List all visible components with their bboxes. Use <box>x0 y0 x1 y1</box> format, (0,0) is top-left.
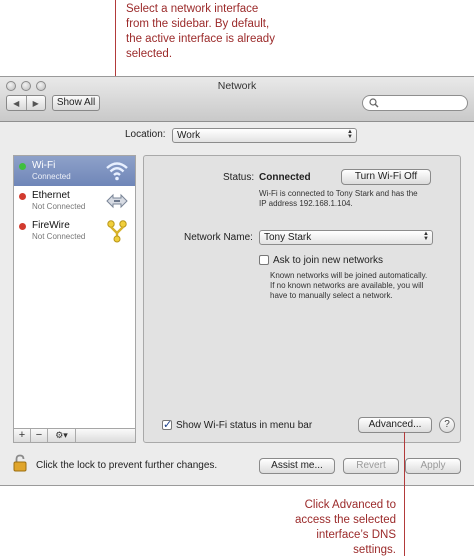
search-icon <box>369 98 379 108</box>
gear-icon: ⚙▾ <box>55 430 68 440</box>
ask-join-description: Known networks will be joined automatica… <box>270 271 427 301</box>
status-dot-green <box>19 163 26 170</box>
callout-bottom-line: Click Advanced to <box>304 499 396 511</box>
back-button[interactable]: ◀ <box>7 96 26 110</box>
title-bar: Network ◀ ▶ Show All <box>0 77 474 122</box>
callout-top: Select a network interface from the side… <box>126 2 326 62</box>
wifi-icon <box>106 162 128 181</box>
status-description-line: Wi-Fi is connected to Tony Stark and has… <box>259 189 418 198</box>
network-name-select[interactable]: Tony Stark ▲ ▼ <box>259 230 433 245</box>
ask-join-label: Ask to join new networks <box>273 255 384 266</box>
status-dot-red <box>19 193 26 200</box>
help-button[interactable]: ? <box>439 417 455 433</box>
location-label: Location: <box>125 129 166 140</box>
network-name-label: Network Name: <box>184 232 253 243</box>
ask-join-checkbox[interactable] <box>259 255 269 265</box>
network-preferences-window: Network ◀ ▶ Show All Location: Work ▲ ▼ W… <box>0 76 474 486</box>
assist-me-button[interactable]: Assist me... <box>259 458 335 474</box>
back-arrow-icon: ◀ <box>13 98 20 108</box>
location-value: Work <box>177 130 201 141</box>
show-status-label: Show Wi-Fi status in menu bar <box>176 420 313 431</box>
forward-button[interactable]: ▶ <box>25 96 46 110</box>
service-name: FireWire <box>32 220 70 231</box>
callout-top-line: selected. <box>126 48 173 60</box>
location-select[interactable]: Work ▲ ▼ <box>172 128 357 143</box>
callout-top-line: the active interface is already <box>126 33 275 45</box>
add-service-button[interactable]: + <box>14 429 31 442</box>
service-item-firewire[interactable]: FireWire Not Connected <box>14 216 135 246</box>
callout-line-bottom <box>404 432 405 556</box>
callout-top-line: Select a network interface <box>126 3 259 15</box>
callout-bottom: Click Advanced to access the selected in… <box>270 498 396 558</box>
status-description-line: IP address 192.168.1.104. <box>259 199 353 208</box>
advanced-button[interactable]: Advanced... <box>358 417 432 433</box>
lock-icon[interactable] <box>13 454 27 472</box>
network-name-value: Tony Stark <box>264 232 312 243</box>
forward-arrow-icon: ▶ <box>32 98 39 108</box>
updown-arrows-icon: ▲ ▼ <box>423 231 429 242</box>
lock-message: Click the lock to prevent further change… <box>36 460 218 471</box>
service-status: Connected <box>32 172 71 181</box>
firewire-icon <box>107 220 127 243</box>
gear-menu-button[interactable]: ⚙▾ <box>48 429 76 442</box>
ethernet-icon <box>106 193 128 209</box>
service-list-toolbar: + − ⚙▾ <box>13 428 136 443</box>
remove-service-button[interactable]: − <box>31 429 48 442</box>
service-detail-panel: Status: Connected Turn Wi-Fi Off Wi-Fi i… <box>143 155 461 443</box>
callout-top-line: from the sidebar. By default, <box>126 18 270 30</box>
status-label: Status: <box>223 172 255 183</box>
show-status-checkbox[interactable] <box>162 418 172 431</box>
status-description: Wi-Fi is connected to Tony Stark and has… <box>259 189 418 209</box>
service-list: Wi-Fi Connected Ethernet Not Connected F… <box>13 155 136 429</box>
service-item-ethernet[interactable]: Ethernet Not Connected <box>14 186 135 216</box>
search-field[interactable] <box>362 95 468 111</box>
turn-wifi-off-button[interactable]: Turn Wi-Fi Off <box>341 169 431 185</box>
service-name: Wi-Fi <box>32 160 56 171</box>
ask-join-description-line: Known networks will be joined automatica… <box>270 271 428 280</box>
callout-bottom-line: settings. <box>353 544 396 556</box>
ask-join-description-line: If no known networks are available, you … <box>270 281 424 290</box>
apply-button[interactable]: Apply <box>405 458 461 474</box>
show-all-button[interactable]: Show All <box>52 95 100 111</box>
callout-bottom-line: access the selected <box>294 514 396 526</box>
service-name: Ethernet <box>32 190 70 201</box>
updown-arrows-icon: ▲ ▼ <box>347 129 353 140</box>
service-status: Not Connected <box>32 202 86 211</box>
status-dot-red <box>19 223 26 230</box>
window-title: Network <box>217 80 257 92</box>
revert-button[interactable]: Revert <box>343 458 399 474</box>
service-status: Not Connected <box>32 232 86 241</box>
ask-join-description-line: have to manually select a network. <box>270 291 393 300</box>
callout-bottom-line: interface’s DNS <box>316 529 396 541</box>
status-value: Connected <box>259 172 311 183</box>
service-item-wifi[interactable]: Wi-Fi Connected <box>14 156 135 186</box>
back-forward-control: ◀ ▶ <box>6 95 46 111</box>
